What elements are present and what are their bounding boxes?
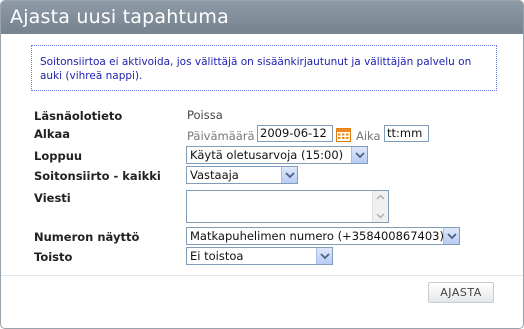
info-notice: Soitonsiirtoa ei aktivoida, jos välittäj… (31, 45, 497, 91)
end-label: Loppuu (34, 149, 83, 163)
repeat-select[interactable]: Ei toistoa (186, 247, 333, 265)
info-notice-text: Soitonsiirtoa ei aktivoida, jos välittäj… (40, 56, 472, 82)
calendar-icon[interactable] (336, 127, 351, 142)
scroll-up-icon[interactable] (376, 193, 385, 202)
message-textarea[interactable] (186, 190, 389, 223)
schedule-dialog: Ajasta uusi tapahtuma Soitonsiirtoa ei a… (0, 0, 524, 329)
end-select[interactable]: Käytä oletusarvoja (15:00) (186, 146, 368, 164)
footer-divider (1, 275, 523, 276)
presence-label: Läsnäolotieto (34, 109, 123, 123)
number-display-label: Numeron näyttö (34, 230, 140, 244)
chevron-down-icon[interactable] (443, 228, 459, 244)
repeat-select-value: Ei toistoa (190, 249, 244, 263)
message-label: Viesti (34, 191, 71, 205)
end-select-value: Käytä oletusarvoja (15:00) (190, 148, 344, 162)
dialog-title: Ajasta uusi tapahtuma (1, 1, 523, 34)
date-label: Päivämäärä (187, 129, 255, 143)
forwarding-select-value: Vastaaja (190, 168, 239, 182)
repeat-label: Toisto (34, 250, 73, 264)
forwarding-label: Soitonsiirto - kaikki (34, 169, 161, 183)
schedule-button[interactable]: AJASTA (428, 282, 494, 303)
time-field[interactable]: tt:mm (384, 125, 429, 142)
chevron-down-icon[interactable] (351, 147, 367, 163)
message-scrollbar[interactable] (372, 191, 388, 222)
number-display-select[interactable]: Matkapuhelimen numero (+358400867403) (186, 227, 460, 245)
chevron-down-icon[interactable] (281, 167, 297, 183)
time-label: Aika (356, 129, 381, 143)
chevron-down-icon[interactable] (316, 248, 332, 264)
presence-value: Poissa (187, 108, 223, 122)
number-display-select-value: Matkapuhelimen numero (+358400867403) (190, 229, 444, 243)
start-label: Alkaa (34, 127, 71, 141)
date-field[interactable]: 2009-06-12 (257, 125, 333, 142)
scroll-down-icon[interactable] (376, 211, 385, 220)
forwarding-select[interactable]: Vastaaja (186, 166, 298, 184)
